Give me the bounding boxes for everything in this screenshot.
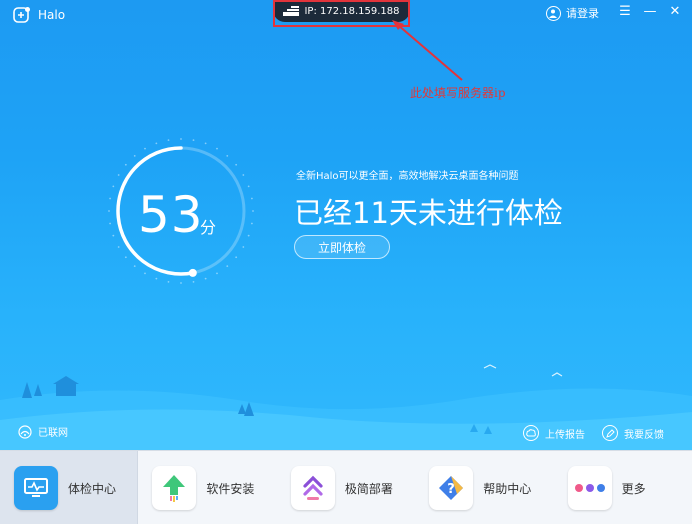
cloud-upload-icon — [523, 425, 539, 441]
nav-label: 更多 — [621, 481, 646, 496]
score-ring-knob — [188, 268, 197, 277]
nav-label: 帮助中心 — [483, 481, 532, 496]
feedback-label: 我要反馈 — [624, 429, 664, 441]
annotation-arrow — [392, 20, 463, 81]
nav-item-software-install[interactable]: 软件安装 — [138, 451, 276, 524]
halo-window: Halo IP: 172.18.159.188 请登录 ☰ — ✕ 此处填写服务… — [0, 0, 692, 524]
feedback-edit-icon — [602, 425, 618, 441]
promo-subline: 全新Halo可以更全面，高效地解决云桌面各种问题 — [296, 171, 519, 182]
nav-item-more[interactable]: 更多 — [554, 451, 692, 524]
three-dots-icon — [567, 466, 612, 510]
nav-item-quick-deploy[interactable]: 极简部署 — [277, 451, 415, 524]
annotation-text: 此处填写服务器ip — [410, 86, 506, 100]
upload-report-label: 上传报告 — [545, 429, 585, 441]
feedback-link[interactable]: 我要反馈 — [602, 425, 664, 441]
score-unit: 分 — [200, 218, 217, 237]
upload-report-link[interactable]: 上传报告 — [523, 425, 585, 441]
network-status: 已联网 — [18, 424, 68, 439]
monitor-pulse-icon — [14, 466, 58, 510]
green-up-arrow-icon — [152, 466, 197, 510]
checkup-headline: 已经11天未进行体检 — [294, 196, 563, 230]
start-checkup-button[interactable]: 立即体检 — [294, 235, 390, 259]
hero-panel: Halo IP: 172.18.159.188 请登录 ☰ — ✕ 此处填写服务… — [0, 0, 692, 450]
help-diamond-icon: ? — [429, 466, 474, 510]
nav-item-checkup-center[interactable]: 体检中心 — [0, 451, 139, 524]
nav-item-help-center[interactable]: ? 帮助中心 — [415, 451, 553, 524]
landscape-illustration — [0, 364, 692, 450]
svg-text:?: ? — [447, 482, 455, 497]
nav-label: 软件安装 — [206, 481, 255, 496]
network-globe-icon — [18, 424, 32, 439]
purple-chevrons-icon — [290, 466, 335, 510]
nav-label: 极简部署 — [344, 481, 393, 496]
network-status-label: 已联网 — [38, 428, 68, 439]
health-score: 53 — [138, 186, 204, 244]
bottom-nav: 体检中心 软件安装 极简部署 ? 帮助中心 更多 — [0, 450, 692, 524]
nav-label: 体检中心 — [68, 481, 117, 496]
